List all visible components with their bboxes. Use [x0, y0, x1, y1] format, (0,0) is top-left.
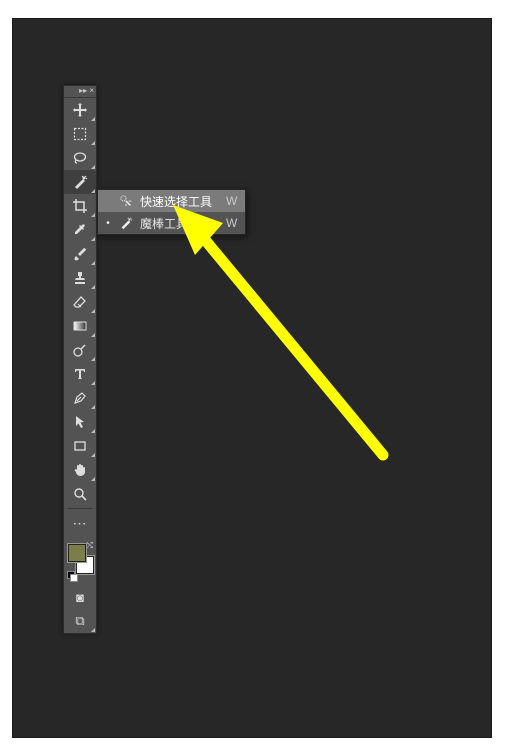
eyedropper-icon	[72, 222, 88, 238]
flyout-indicator-icon	[91, 628, 95, 632]
arrow-cursor-icon	[72, 414, 88, 430]
crop-tool[interactable]	[64, 194, 96, 218]
flyout-indicator-icon	[91, 285, 95, 289]
annotation-arrow	[173, 205, 403, 465]
flyout-indicator-icon	[91, 141, 95, 145]
screen-mode-toggle[interactable]: ⧉	[64, 609, 96, 633]
type-icon	[72, 366, 88, 382]
quick-selection-tool[interactable]	[64, 170, 96, 194]
flyout-indicator-icon	[91, 405, 95, 409]
zoom-icon	[72, 486, 88, 502]
divider	[68, 508, 92, 509]
tools-panel: ▸▸ ×	[63, 85, 97, 634]
brush-icon	[72, 246, 88, 262]
flyout-item-shortcut: W	[226, 194, 237, 208]
flyout-item-shortcut: W	[226, 216, 237, 230]
quick-mask-icon: ◙	[76, 590, 84, 605]
rectangle-icon	[72, 438, 88, 454]
quick-mask-toggle[interactable]: ◙	[64, 585, 96, 609]
stamp-icon	[72, 270, 88, 286]
eraser-icon	[72, 294, 88, 310]
eraser-tool[interactable]	[64, 290, 96, 314]
flyout-indicator-icon	[91, 117, 95, 121]
rectangle-shape-tool[interactable]	[64, 434, 96, 458]
panel-header[interactable]: ▸▸ ×	[64, 86, 96, 98]
hand-icon	[72, 462, 88, 478]
color-swatches[interactable]: ⤭	[67, 541, 93, 581]
move-tool[interactable]	[64, 98, 96, 122]
flyout-indicator-icon	[91, 453, 95, 457]
flyout-indicator-icon	[91, 309, 95, 313]
gradient-icon	[72, 318, 88, 334]
zoom-tool[interactable]	[64, 482, 96, 506]
pen-icon	[72, 390, 88, 406]
quick-select-icon	[118, 193, 134, 209]
eyedropper-tool[interactable]	[64, 218, 96, 242]
flyout-indicator-icon	[91, 333, 95, 337]
marquee-icon	[72, 126, 88, 142]
rectangular-marquee-tool[interactable]	[64, 122, 96, 146]
move-icon	[72, 102, 88, 118]
dodge-tool[interactable]	[64, 338, 96, 362]
quick-selection-flyout: 快速选择工具 W • 魔棒工具 W	[97, 189, 246, 235]
foreground-color-swatch[interactable]	[67, 543, 87, 563]
magic-wand-icon	[118, 215, 134, 231]
flyout-indicator-icon	[91, 477, 95, 481]
flyout-indicator-icon	[91, 189, 95, 193]
app-canvas: ▸▸ ×	[12, 18, 492, 738]
path-selection-tool[interactable]	[64, 410, 96, 434]
flyout-indicator-icon	[91, 261, 95, 265]
flyout-indicator-icon	[91, 429, 95, 433]
flyout-item-label: 魔棒工具	[140, 215, 212, 232]
swap-colors-icon[interactable]: ⤭	[87, 541, 93, 551]
edit-toolbar[interactable]: ⋯	[64, 511, 96, 535]
lasso-icon	[72, 150, 88, 166]
flyout-item-label: 快速选择工具	[140, 193, 212, 210]
pen-tool[interactable]	[64, 386, 96, 410]
type-tool[interactable]	[64, 362, 96, 386]
crop-icon	[72, 198, 88, 214]
flyout-indicator-icon	[91, 213, 95, 217]
ellipsis-icon: ⋯	[73, 515, 88, 532]
dodge-icon	[72, 342, 88, 358]
flyout-indicator-icon	[91, 357, 95, 361]
flyout-indicator-icon	[91, 165, 95, 169]
clone-stamp-tool[interactable]	[64, 266, 96, 290]
lasso-tool[interactable]	[64, 146, 96, 170]
flyout-item-magic-wand[interactable]: • 魔棒工具 W	[98, 212, 245, 234]
screen-mode-icon: ⧉	[75, 613, 84, 629]
flyout-indicator-icon	[91, 381, 95, 385]
flyout-item-quick-select[interactable]: 快速选择工具 W	[98, 190, 245, 212]
hand-tool[interactable]	[64, 458, 96, 482]
gradient-tool[interactable]	[64, 314, 96, 338]
quick-select-icon	[72, 174, 88, 190]
active-marker: •	[104, 218, 112, 229]
flyout-indicator-icon	[91, 237, 95, 241]
brush-tool[interactable]	[64, 242, 96, 266]
